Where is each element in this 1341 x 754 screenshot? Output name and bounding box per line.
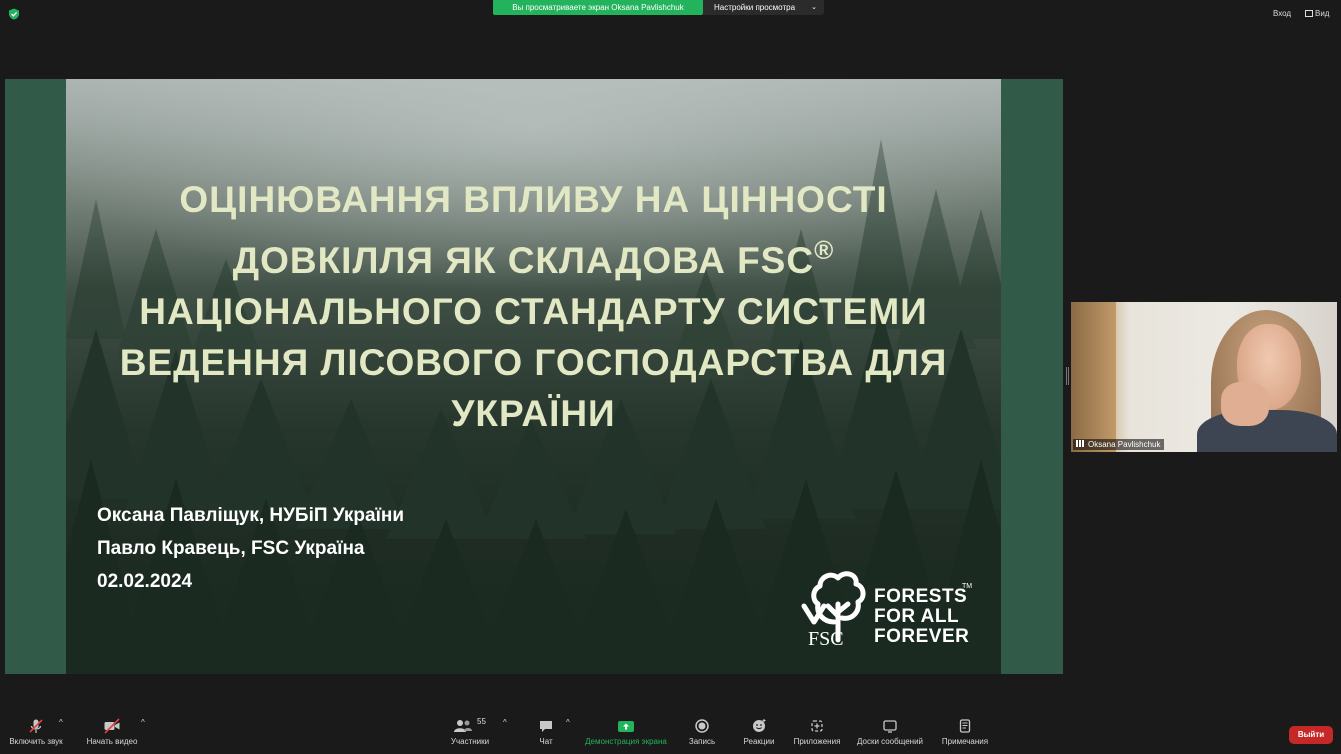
participant-name: Oksana Pavlishchuk — [1088, 440, 1161, 449]
author-line-1: Оксана Павліщук, НУБіП України — [97, 505, 405, 526]
share-screen-label: Демонстрация экрана — [585, 737, 667, 746]
title-line-5: УКРАЇНИ — [451, 393, 616, 434]
view-label: Вид — [1315, 9, 1330, 18]
video-options-caret-icon[interactable]: ^ — [141, 718, 145, 727]
view-options-button[interactable]: Настройки просмотра ⌄ — [703, 0, 824, 15]
participants-options-caret-icon[interactable]: ^ — [503, 718, 507, 727]
chat-label: Чат — [539, 737, 553, 746]
participants-icon — [454, 720, 472, 732]
smiley-reaction-icon — [753, 719, 766, 732]
record-button[interactable]: Запись — [686, 718, 718, 746]
notes-icon — [959, 719, 971, 733]
title-line-2: ДОВКІЛЛЯ ЯК СКЛАДОВА FSC® — [96, 225, 971, 286]
view-options-label: Настройки просмотра — [714, 3, 796, 12]
slide-date: 02.02.2024 — [97, 571, 193, 592]
chat-options-caret-icon[interactable]: ^ — [566, 718, 570, 727]
audio-options-caret-icon[interactable]: ^ — [59, 718, 63, 727]
fsc-wordmark: FSC — [808, 628, 844, 650]
title-line-4: ВЕДЕННЯ ЛІСОВОГО ГОСПОДАРСТВА ДЛЯ — [119, 342, 948, 383]
microphone-muted-icon — [29, 719, 43, 733]
signal-bars-icon — [1076, 440, 1085, 447]
apps-label: Приложения — [793, 737, 841, 746]
title-line-2-text: ДОВКІЛЛЯ ЯК СКЛАДОВА FSC — [232, 240, 815, 281]
leave-meeting-button[interactable]: Выйти — [1289, 726, 1333, 744]
whiteboard-icon — [883, 720, 897, 733]
reactions-label: Реакции — [743, 737, 775, 746]
screen-share-notice: Вы просматриваете экран Oksana Pavlishch… — [493, 0, 703, 15]
enter-button[interactable]: Вход — [1273, 9, 1291, 18]
participant-video-tile[interactable]: Oksana Pavlishchuk — [1071, 302, 1337, 452]
view-layout-icon — [1305, 10, 1313, 17]
share-screen-arrow-icon — [618, 721, 634, 732]
apps-button[interactable]: Приложения — [791, 718, 843, 746]
notes-button[interactable]: Примечания — [939, 718, 991, 746]
participants-icon-wrap: 55 — [453, 717, 487, 734]
whiteboards-button[interactable]: Доски сообщений — [853, 718, 927, 746]
view-button[interactable]: Вид — [1305, 9, 1329, 18]
slide-authors: Оксана Павліщук, НУБіП України Павло Кра… — [97, 499, 404, 598]
whiteboards-label: Доски сообщений — [856, 737, 923, 746]
chevron-down-icon: ⌄ — [811, 4, 817, 11]
unmute-button[interactable]: Включить звук — [6, 718, 66, 746]
participant-hand — [1221, 382, 1269, 426]
title-line-3: НАЦІОНАЛЬНОГО СТАНДАРТУ СИСТЕМИ — [139, 291, 928, 332]
participants-label: Участники — [450, 737, 490, 746]
chat-bubble-icon — [540, 721, 552, 732]
slogan-line-3: FOREVER — [874, 626, 970, 647]
security-shield-icon[interactable] — [8, 8, 20, 20]
fsc-slogan: FORESTS FOR ALL FOREVER — [874, 587, 969, 647]
apps-icon — [811, 720, 823, 732]
start-video-button[interactable]: Начать видео — [85, 718, 139, 746]
slogan-line-1: FORESTS — [874, 586, 968, 607]
shared-screen: ОЦІНЮВАННЯ ВПЛИВУ НА ЦІННОСТІ ДОВКІЛЛЯ Я… — [5, 79, 1063, 674]
record-label: Запись — [688, 737, 716, 746]
split-resize-handle[interactable] — [1066, 367, 1069, 385]
participant-name-label: Oksana Pavlishchuk — [1073, 439, 1165, 450]
video-background-door — [1071, 302, 1116, 452]
slide-title: ОЦІНЮВАННЯ ВПЛИВУ НА ЦІННОСТІ ДОВКІЛЛЯ Я… — [96, 174, 971, 439]
notes-label: Примечания — [941, 737, 989, 746]
share-screen-button[interactable]: Демонстрация экрана — [582, 718, 670, 746]
participant-shirt — [1197, 410, 1337, 452]
presentation-slide: ОЦІНЮВАННЯ ВПЛИВУ НА ЦІННОСТІ ДОВКІЛЛЯ Я… — [66, 79, 1001, 674]
start-video-label: Начать видео — [86, 737, 138, 746]
registered-mark: ® — [814, 235, 835, 265]
trademark-mark: TM — [962, 583, 973, 590]
author-line-2: Павло Кравець, FSC Україна — [97, 538, 365, 559]
unmute-label: Включить звук — [9, 737, 63, 746]
title-line-1: ОЦІНЮВАННЯ ВПЛИВУ НА ЦІННОСТІ — [179, 179, 888, 220]
slogan-line-2: FOR ALL — [874, 606, 960, 627]
video-camera-off-icon — [104, 718, 120, 734]
chat-button[interactable]: Чат — [534, 718, 558, 746]
record-icon — [695, 719, 709, 733]
reactions-button[interactable]: Реакции — [740, 718, 778, 746]
participants-button[interactable]: 55 Участники — [448, 717, 492, 746]
participants-count: 55 — [477, 717, 486, 726]
